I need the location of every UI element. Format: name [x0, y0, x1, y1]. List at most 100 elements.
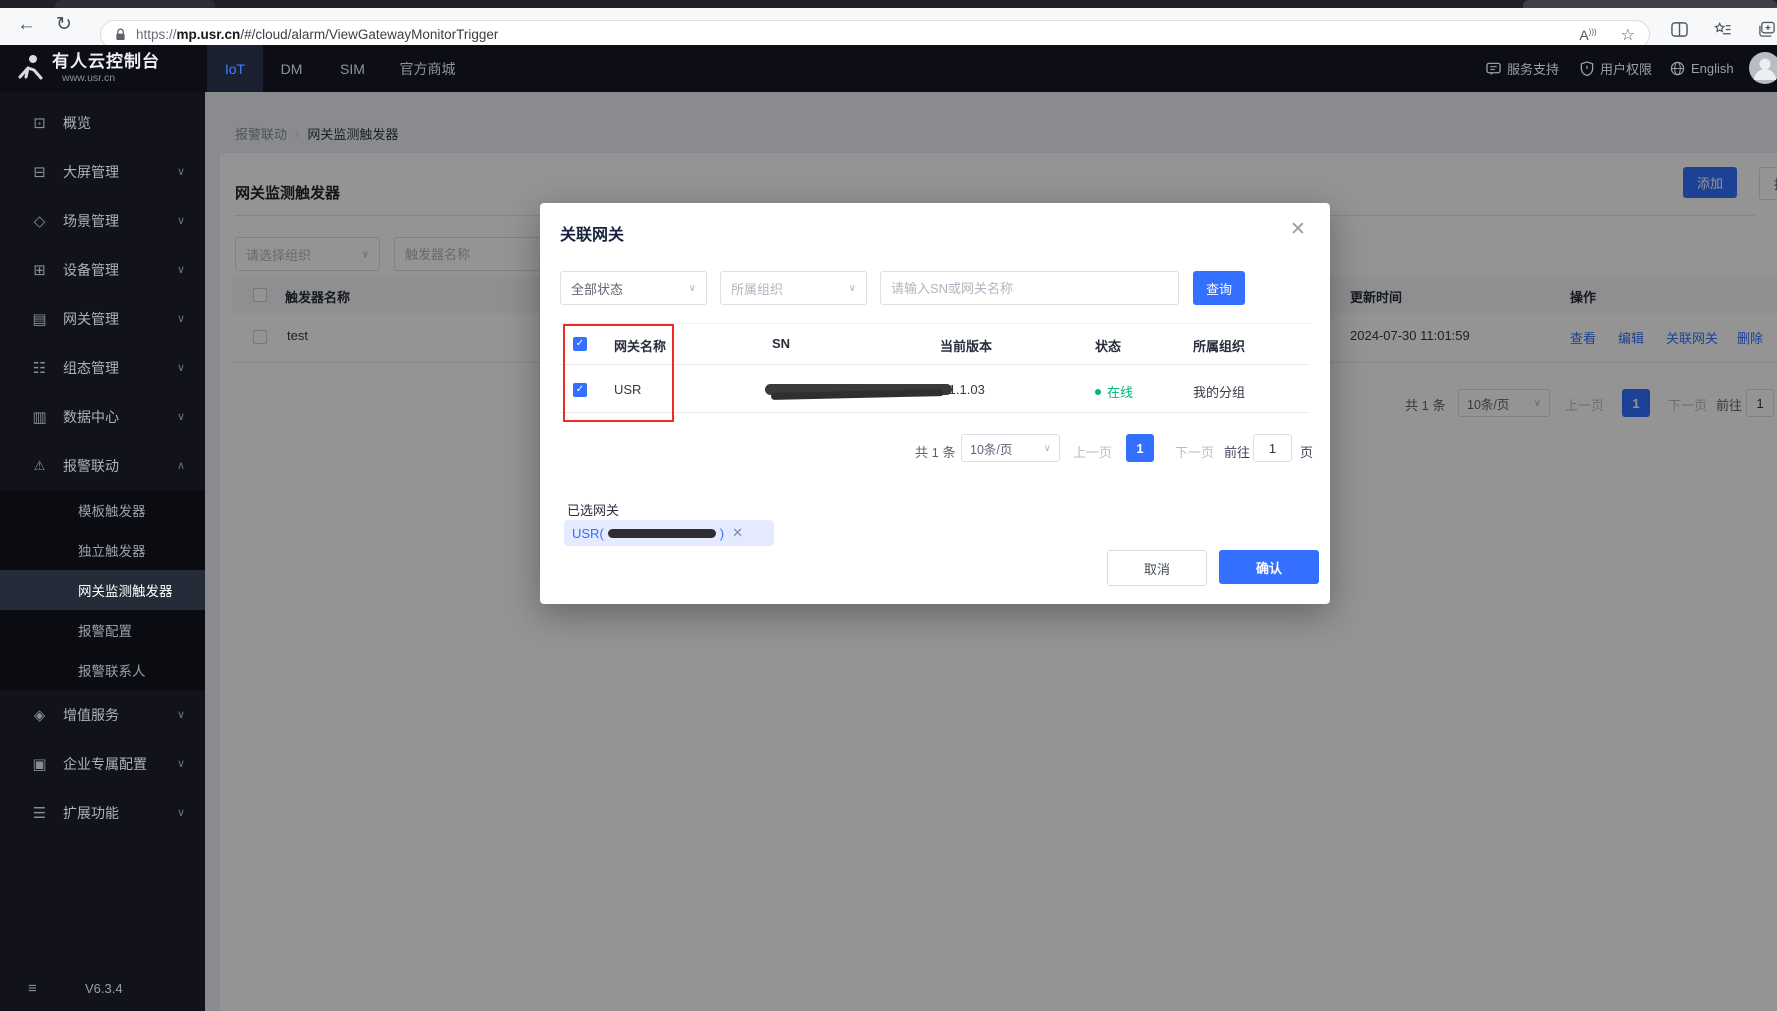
sidebar-item-value-added[interactable]: 增值服务	[0, 690, 205, 739]
language-switch-button[interactable]: English	[1670, 45, 1734, 92]
chevron-down-icon	[177, 806, 185, 819]
chevron-down-icon	[177, 361, 185, 374]
scene-icon	[31, 212, 48, 230]
chevron-down-icon	[177, 708, 185, 721]
tab-iot[interactable]: IoT	[207, 45, 263, 92]
sidebar-item-scene[interactable]: 场景管理	[0, 196, 205, 245]
configuration-icon	[31, 359, 48, 377]
sidebar-item-alarm-config[interactable]: 报警配置	[0, 610, 205, 650]
alarm-submenu: 模板触发器 独立触发器 网关监测触发器 报警配置 报警联系人	[0, 490, 205, 690]
sidebar-item-alarm-contacts[interactable]: 报警联系人	[0, 650, 205, 690]
modal-column-status: 状态	[1095, 336, 1121, 355]
chevron-down-icon: ∨	[689, 283, 696, 294]
modal-goto-page-input[interactable]	[1253, 434, 1292, 462]
query-button[interactable]: 查询	[1193, 271, 1245, 305]
modal-current-page-button[interactable]: 1	[1126, 434, 1154, 462]
close-icon[interactable]: ✕	[1290, 220, 1306, 239]
chevron-down-icon	[177, 757, 185, 770]
collections-icon[interactable]	[1714, 21, 1732, 43]
modal-title: 关联网关	[560, 221, 624, 245]
chevron-up-icon	[177, 459, 185, 472]
modal-page-size-select[interactable]: 10条/页∨	[961, 434, 1060, 462]
chevron-down-icon	[177, 214, 185, 227]
sidebar-item-independent-trigger[interactable]: 独立触发器	[0, 530, 205, 570]
chevron-down-icon	[177, 312, 185, 325]
sidebar-item-alarm[interactable]: 报警联动	[0, 441, 205, 490]
screen: ← ↻ https://mp.usr.cn/#/cloud/alarm/View…	[0, 0, 1777, 1011]
data-center-icon	[31, 408, 48, 426]
modal-org-select[interactable]: 所属组织∨	[720, 271, 867, 305]
gateway-icon	[31, 310, 48, 328]
modal-total-count: 共 1 条	[915, 442, 955, 461]
modal-goto-label: 前往	[1224, 442, 1250, 461]
selected-gateways-label: 已选网关	[567, 500, 619, 519]
chat-icon	[1486, 62, 1501, 76]
modal-column-sn: SN	[772, 336, 790, 351]
extension-icon	[31, 804, 48, 822]
modal-column-version: 当前版本	[940, 336, 992, 355]
sn-search-input[interactable]	[880, 271, 1179, 305]
lock-icon	[115, 28, 126, 41]
browser-tab-strip	[0, 0, 1777, 8]
sidebar-item-overview[interactable]: 概览	[0, 98, 205, 147]
modal-prev-page-button[interactable]: 上一页	[1073, 442, 1112, 461]
logo-title[interactable]: 有人云控制台	[52, 53, 160, 71]
logo-subtitle: www.usr.cn	[62, 72, 115, 84]
shield-icon	[1580, 61, 1594, 76]
sidebar-item-template-trigger[interactable]: 模板触发器	[0, 490, 205, 530]
split-screen-icon[interactable]	[1671, 21, 1688, 43]
sidebar-item-gateway-monitor-trigger[interactable]: 网关监测触发器	[0, 570, 205, 610]
modal-row-org: 我的分组	[1193, 382, 1245, 401]
redacted-sn-scribble	[608, 529, 716, 538]
collapse-sidebar-icon[interactable]: ≡	[28, 980, 37, 997]
confirm-button[interactable]: 确认	[1219, 550, 1319, 584]
sidebar: 概览 大屏管理 场景管理 设备管理 网关管理 组态管理 数据中心 报警联动 模板…	[0, 92, 205, 1011]
sidebar-item-extension[interactable]: 扩展功能	[0, 788, 205, 837]
modal-goto-unit: 页	[1300, 442, 1313, 461]
globe-icon	[1670, 61, 1685, 76]
bigscreen-icon	[31, 163, 48, 181]
cancel-button[interactable]: 取消	[1107, 550, 1207, 586]
usr-logo-icon[interactable]	[16, 53, 46, 88]
favorite-star-icon[interactable]: ☆	[1621, 25, 1635, 45]
chevron-down-icon	[177, 410, 185, 423]
tab-dm[interactable]: DM	[263, 45, 320, 92]
chevron-down-icon	[177, 263, 185, 276]
refresh-icon[interactable]: ↻	[56, 15, 72, 34]
back-icon[interactable]: ←	[17, 15, 36, 34]
duplicate-tab-icon[interactable]	[1758, 21, 1776, 43]
url-text[interactable]: https://mp.usr.cn/#/cloud/alarm/ViewGate…	[136, 27, 498, 42]
modal-next-page-button[interactable]: 下一页	[1175, 442, 1214, 461]
associate-gateway-modal: 关联网关 ✕ 全部状态∨ 所属组织∨ 查询 网关名称 SN 当前版本 状态 所属…	[540, 203, 1330, 604]
sidebar-item-bigscreen[interactable]: 大屏管理	[0, 147, 205, 196]
avatar[interactable]	[1748, 51, 1777, 90]
sidebar-item-enterprise[interactable]: 企业专属配置	[0, 739, 205, 788]
sidebar-item-configuration[interactable]: 组态管理	[0, 343, 205, 392]
value-added-icon	[31, 706, 48, 724]
browser-toolbar: ← ↻ https://mp.usr.cn/#/cloud/alarm/View…	[0, 8, 1777, 46]
modal-row-status: 在线	[1095, 382, 1133, 401]
chevron-down-icon: ∨	[1044, 443, 1051, 454]
remove-tag-icon[interactable]: ✕	[732, 525, 743, 541]
overview-icon	[31, 114, 48, 132]
browser-tab[interactable]	[55, 0, 215, 8]
read-aloud-icon[interactable]: A)))	[1579, 27, 1596, 43]
chevron-down-icon	[177, 165, 185, 178]
tab-sim[interactable]: SIM	[320, 45, 385, 92]
sidebar-item-gateway[interactable]: 网关管理	[0, 294, 205, 343]
service-support-button[interactable]: 服务支持	[1486, 45, 1559, 92]
online-dot-icon	[1095, 389, 1101, 395]
modal-row-version: V1.1.03	[940, 382, 985, 397]
app-header: 有人云控制台 www.usr.cn IoT DM SIM 官方商城 服务支持 用…	[0, 45, 1777, 92]
status-filter-select[interactable]: 全部状态∨	[560, 271, 707, 305]
selected-gateway-tag: USR( ) ✕	[564, 520, 774, 546]
device-icon	[31, 261, 48, 279]
sidebar-item-data-center[interactable]: 数据中心	[0, 392, 205, 441]
version-label: V6.3.4	[85, 981, 123, 996]
sidebar-item-device[interactable]: 设备管理	[0, 245, 205, 294]
modal-column-org: 所属组织	[1193, 336, 1245, 355]
tab-mall[interactable]: 官方商城	[385, 45, 470, 92]
user-permission-button[interactable]: 用户权限	[1580, 45, 1652, 92]
browser-tab-area[interactable]	[1523, 0, 1777, 8]
app-area: 有人云控制台 www.usr.cn IoT DM SIM 官方商城 服务支持 用…	[0, 45, 1777, 1011]
